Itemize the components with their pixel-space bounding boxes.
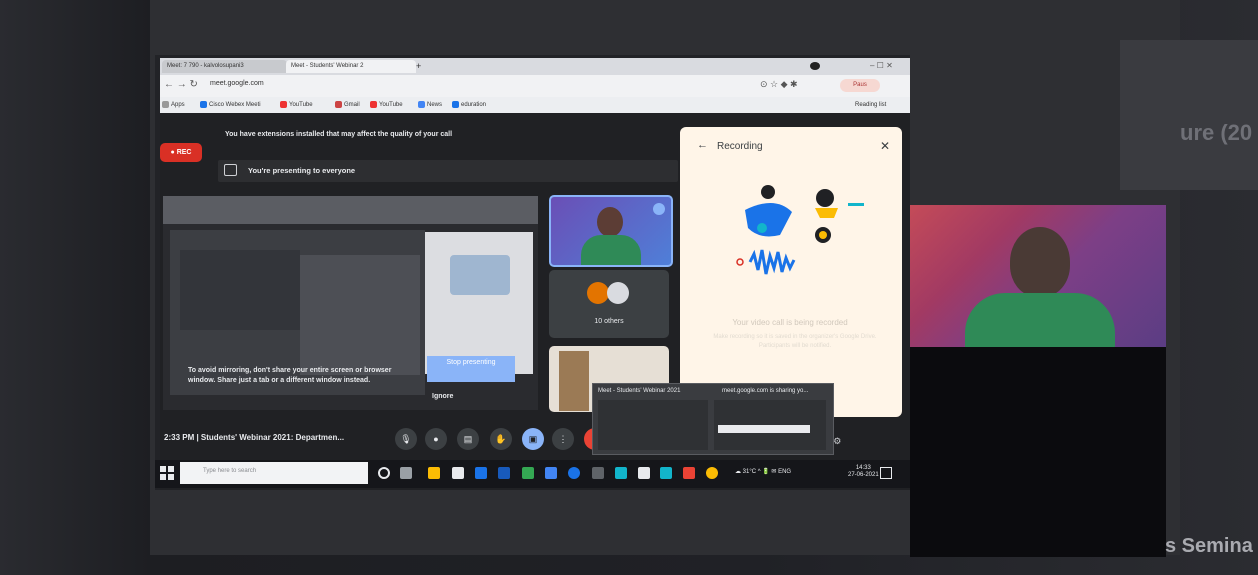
word-icon[interactable] [498,467,510,479]
store-icon[interactable] [452,467,464,479]
cortana-icon[interactable] [378,467,390,479]
window-controls[interactable]: – ☐ ✕ [865,60,910,73]
app-icon[interactable] [475,467,487,479]
app-icon[interactable] [683,467,695,479]
url-text[interactable]: meet.google.com [210,80,264,87]
raise-hand-button[interactable]: ✋ [490,428,512,450]
avatar [587,282,609,304]
bookmark-item[interactable]: Apps [162,99,185,111]
outer-slide-panel [1120,40,1258,190]
outer-speaker-video [910,205,1166,347]
browser-tab-bar: Meet: 7 790 - kalvolosupani3 Meet - Stud… [160,58,910,75]
recording-panel-title: Recording [717,141,763,152]
new-tab-icon[interactable]: + [416,60,426,73]
recording-illustration-icon [736,185,864,275]
stop-presenting-button[interactable]: Stop presenting [427,356,515,382]
mirroring-warning: To avoid mirroring, don't share your ent… [188,367,392,384]
task-view-icon[interactable] [400,467,412,479]
illustration-icon [450,255,510,295]
app-icon[interactable] [545,467,557,479]
taskbar-clock[interactable]: 14:33 27-06-2021 [848,465,879,479]
participant-tile-others[interactable] [549,270,669,338]
chrome-icon[interactable] [706,467,718,479]
profile-button[interactable]: Paus [840,79,880,92]
meeting-time-title: 2:33 PM | Students' Webinar 2021: Depart… [164,433,345,442]
bookmark-item[interactable]: YouTube [280,99,313,111]
close-icon[interactable]: ✕ [880,139,890,153]
camera-button[interactable]: ● [425,428,447,450]
address-bar[interactable]: ← → ↻ ⊙ ☆ ◆ ✱ Paus [160,75,910,97]
outer-slide-title: ure (20 [1180,120,1253,145]
avatar [607,282,629,304]
file-explorer-icon[interactable] [428,467,440,479]
mic-button[interactable]: 🎙 [395,428,417,450]
sharing-chip [718,425,810,433]
recording-status-text: Your video call is being recorded [732,318,848,327]
app-icon[interactable] [592,467,604,479]
shared-window-preview [300,255,420,375]
taskbar-search-placeholder: Type here to search [203,468,257,474]
rec-badge: ● REC [160,143,202,162]
shared-window-preview [180,250,300,330]
more-options-button[interactable]: ⋮ [552,428,574,450]
present-screen-icon [224,164,237,176]
windows-start-icon[interactable] [160,466,174,480]
browser-tab-active[interactable]: Meet - Students' Webinar 2 [286,60,416,73]
app-icon[interactable] [522,467,534,479]
outer-black-area [910,347,1166,557]
extension-warning: You have extensions installed that may a… [225,131,453,138]
others-count-label: 10 others [594,318,624,325]
system-tray[interactable]: ☁ 31°C ^ 🔋 ✉ ENG [735,468,791,475]
extensions-icon[interactable]: ⊙ ☆ ◆ ✱ [760,79,798,90]
bookmark-item[interactable]: Cisco Webex Meeti [200,99,261,111]
bookmark-item[interactable]: eduration [452,99,486,111]
ignore-button[interactable]: Ignore [432,393,453,400]
bookmark-item[interactable]: Gmail [335,99,360,111]
back-arrow-icon[interactable]: ← [697,139,708,151]
edge-icon[interactable] [568,467,580,479]
preview-title-right: meet.google.com is sharing yo... [722,388,809,394]
app-icon[interactable] [638,467,650,479]
outer-footer-text: s Semina [1165,535,1253,557]
captions-button[interactable]: ▤ [457,428,479,450]
bookmark-item[interactable]: News [418,99,442,111]
present-button[interactable]: ▣ [522,428,544,450]
browser-tab[interactable]: Meet: 7 790 - kalvolosupani3 [162,60,287,73]
notification-icon[interactable] [880,467,892,479]
nav-arrows-icon[interactable]: ← → ↻ [164,79,198,90]
shared-card-preview [425,232,533,374]
participant-tile-presenter[interactable] [549,195,673,267]
presentation-header [163,196,538,224]
bookmarks-bar: Apps Cisco Webex Meeti YouTube Gmail You… [160,97,910,113]
app-icon[interactable] [660,467,672,479]
presenting-notice: You're presenting to everyone [248,166,356,175]
app-icon[interactable] [615,467,627,479]
record-indicator-icon [810,62,820,70]
recording-info-text: Make recording so it is saved in the org… [713,334,877,349]
preview-thumbnail[interactable] [598,400,708,450]
reading-list[interactable]: Reading list [855,99,886,111]
speaking-indicator-icon [653,203,665,215]
bookmark-item[interactable]: YouTube [370,99,403,111]
preview-title-left: Meet - Students' Webinar 2021 [598,388,681,394]
